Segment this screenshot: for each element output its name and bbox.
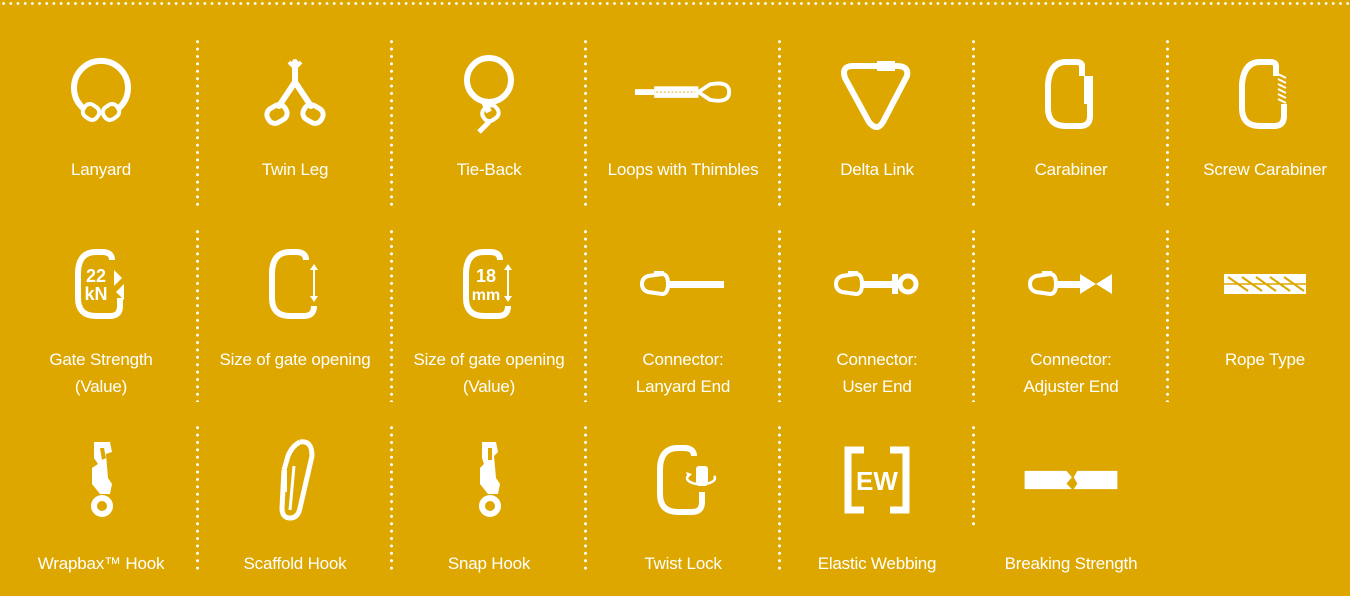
legend-label: Elastic Webbing [817,554,937,573]
snap-hook-icon [439,440,539,520]
legend-item-scaffold-hook: Scaffold Hook [196,416,392,586]
dotted-divider [584,424,587,572]
wrapbax-hook-icon [51,440,151,520]
dotted-divider [972,38,975,206]
dotted-divider [1166,38,1169,206]
icon-legend-grid: Lanyard Twin Leg Tie-Back Loops with Thi… [4,30,1350,586]
legend-label: Connector: Lanyard End [636,346,730,400]
legend-label: Lanyard [70,160,132,179]
legend-item-connector-user-end: Connector: User End [778,220,974,416]
legend-item-tie-back: Tie-Back [390,30,586,220]
legend-item-connector-adjuster-end: Connector: Adjuster End [972,220,1168,416]
carabiner-icon [1021,54,1121,134]
label-line-1: Gate Strength [49,350,153,369]
legend-item-breaking-strength: Breaking Strength [972,416,1168,586]
legend-label: Carabiner [1034,160,1108,179]
gate-strength-value: 22 [86,266,106,286]
screw-carabiner-icon [1215,54,1315,134]
legend-label: Loops with Thimbles [607,160,759,179]
legend-label: Delta Link [840,160,914,179]
legend-item-twin-leg: Twin Leg [196,30,392,220]
elastic-webbing-icon: EW [827,440,927,520]
legend-item-elastic-webbing: EW Elastic Webbing [778,416,974,586]
label-line-1: Size of gate opening [219,350,371,369]
legend-label: Scaffold Hook [243,554,347,573]
legend-label: Size of gate opening (Value) [413,346,564,400]
legend-label: Twin Leg [261,160,329,179]
legend-label: Tie-Back [456,160,522,179]
legend-item-delta-link: Delta Link [778,30,974,220]
dotted-divider [972,228,975,402]
connector-adjuster-end-icon [1021,244,1121,324]
loops-with-thimbles-icon [633,54,733,134]
label-line-1: Connector: [836,350,918,369]
dotted-divider [778,424,781,572]
legend-label: Twist Lock [644,554,722,573]
legend-label: Wrapbax™ Hook [37,554,165,573]
dotted-divider [196,38,199,206]
dotted-divider [972,424,975,526]
legend-label: Connector: User End [836,346,917,400]
legend-label: Size of gate opening [219,346,370,373]
legend-item-lanyard: Lanyard [4,30,198,220]
dotted-divider [390,424,393,572]
gate-opening-unit: mm [472,287,500,304]
legend-item-rope-type: Rope Type [1166,220,1350,416]
connector-user-end-icon [827,244,927,324]
dotted-divider [196,424,199,572]
legend-item-snap-hook: Snap Hook [390,416,586,586]
delta-link-icon [827,54,927,134]
label-line-2: Adjuster End [1023,377,1119,396]
scaffold-hook-icon [245,439,345,521]
dotted-divider [196,228,199,402]
label-line-1: Connector: [642,350,724,369]
legend-label: Snap Hook [447,554,531,573]
label-line-2: (Value) [74,377,128,396]
legend-item-gate-strength: 22 kN Gate Strength (Value) [4,220,198,416]
tie-back-icon [439,54,539,134]
legend-label: Breaking Strength [1004,554,1138,573]
legend-item-carabiner: Carabiner [972,30,1168,220]
label-line-1: Size of gate opening [413,350,565,369]
dotted-divider [390,38,393,206]
gate-opening-value: 18 [476,266,496,286]
elastic-webbing-mark: EW [856,466,898,496]
legend-item-screw-carabiner: Screw Carabiner [1166,30,1350,220]
breaking-strength-icon [1021,440,1121,520]
legend-item-twist-lock: Twist Lock [584,416,780,586]
label-line-1: Connector: [1030,350,1112,369]
legend-label: Screw Carabiner [1203,160,1327,179]
dotted-divider [584,38,587,206]
top-dotted-border [0,2,1350,5]
gate-opening-icon [245,244,345,324]
legend-item-wrapbax-hook: Wrapbax™ Hook [4,416,198,586]
label-line-1: Rope Type [1224,350,1306,369]
gate-strength-icon: 22 kN [51,244,151,324]
dotted-divider [1166,228,1169,402]
legend-item-connector-lanyard-end: Connector: Lanyard End [584,220,780,416]
dotted-divider [778,38,781,206]
connector-lanyard-end-icon [633,244,733,324]
dotted-divider [778,228,781,402]
dotted-divider [390,228,393,402]
gate-opening-value-icon: 18 mm [439,244,539,324]
dotted-divider [584,228,587,402]
rope-type-icon [1215,244,1315,324]
legend-label: Rope Type [1225,346,1305,373]
label-line-2: Lanyard End [635,377,731,396]
twist-lock-icon [633,440,733,520]
lanyard-icon [51,54,151,134]
gate-strength-unit: kN [84,284,107,304]
legend-label: Gate Strength (Value) [49,346,152,400]
label-line-2: (Value) [462,377,516,396]
twin-leg-icon [245,54,345,134]
legend-item-loops-with-thimbles: Loops with Thimbles [584,30,780,220]
legend-label: Connector: Adjuster End [1024,346,1119,400]
legend-item-gate-opening: Size of gate opening [196,220,392,416]
legend-item-gate-opening-value: 18 mm Size of gate opening (Value) [390,220,586,416]
label-line-2: User End [842,377,912,396]
